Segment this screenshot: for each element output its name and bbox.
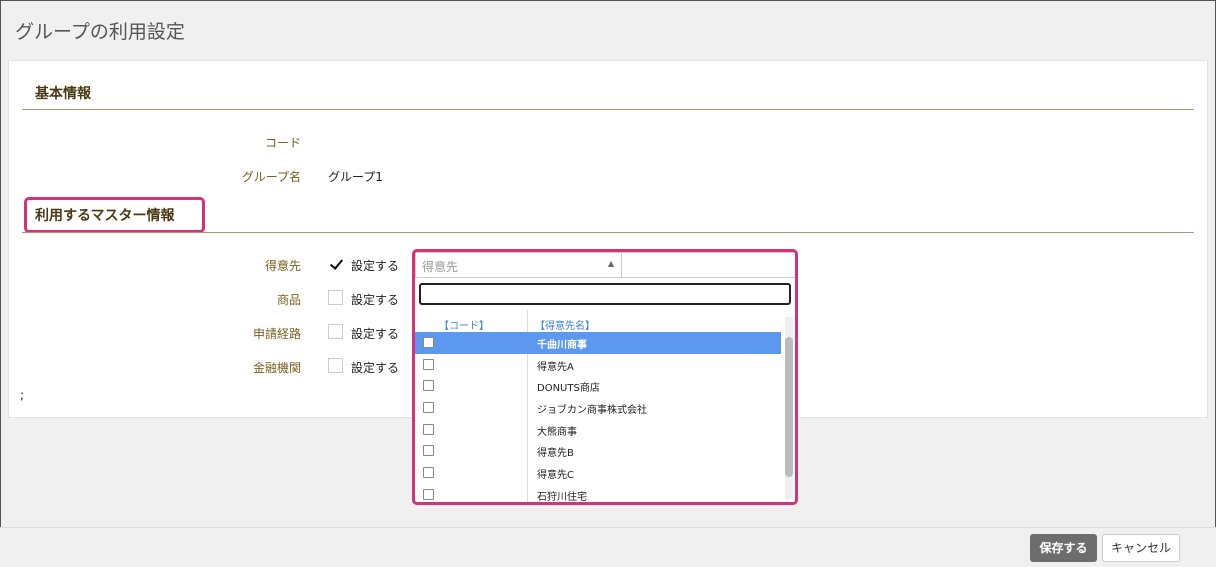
product-checkbox[interactable] [328,290,343,305]
master-info-heading-highlight [24,197,205,233]
master-row-bank-label: 金融機関 [252,361,301,375]
master-row-route-label: 申請経路 [252,327,301,341]
basic-info-divider [22,109,1194,110]
group-name-label: グループ名 [241,170,301,184]
customer-checkbox[interactable] [328,256,343,271]
code-label: コード [264,136,301,150]
bank-checkbox[interactable] [328,358,343,373]
route-checkbox[interactable] [328,324,343,339]
master-row-customer-label: 得意先 [264,259,301,273]
stray-semicolon: ; [20,388,25,402]
save-button[interactable]: 保存する [1030,534,1097,562]
dropdown-highlight [412,249,798,505]
product-checkbox-label[interactable]: 設定する [351,291,399,308]
page-title: グループの利用設定 [15,21,185,43]
basic-info-heading: 基本情報 [35,86,91,102]
bank-checkbox-label[interactable]: 設定する [351,359,399,376]
group-name-value: グループ1 [328,170,383,184]
route-checkbox-label[interactable]: 設定する [351,325,399,342]
customer-checkbox-label[interactable]: 設定する [351,257,399,274]
master-info-divider [22,232,1194,233]
master-row-product-label: 商品 [276,293,301,307]
cancel-button[interactable]: キャンセル [1102,534,1180,562]
